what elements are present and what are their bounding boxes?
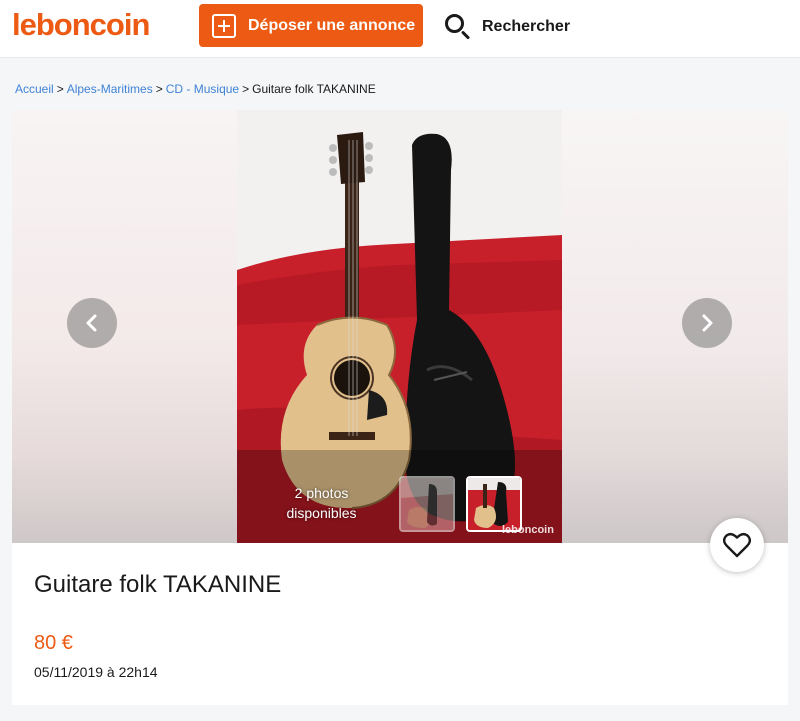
ad-title: Guitare folk TAKANINE xyxy=(34,571,282,598)
leboncoin-logo[interactable]: leboncoin xyxy=(12,7,150,43)
ad-date: 05/11/2019 à 22h14 xyxy=(34,664,158,680)
breadcrumb: Accueil > Alpes-Maritimes > CD - Musique > Gui… xyxy=(15,82,376,96)
search-button[interactable]: Rechercher xyxy=(444,12,570,42)
search-icon xyxy=(444,13,472,41)
breadcrumb-link-home[interactable]: Accueil xyxy=(15,82,54,96)
heart-icon xyxy=(723,532,751,558)
photo-thumbnail[interactable] xyxy=(399,476,455,532)
plus-square-icon xyxy=(212,13,236,38)
watermark: leboncoin xyxy=(502,524,554,536)
photo-gallery: 2 photos disponibles leboncoin xyxy=(12,110,788,543)
deposit-ad-label: Déposer une annonce xyxy=(248,16,416,34)
thumbnail-image xyxy=(468,478,520,530)
breadcrumb-link-category[interactable]: CD - Musique xyxy=(166,82,239,96)
thumbnail-image xyxy=(401,478,453,530)
header: leboncoin Déposer une annonce Rechercher xyxy=(0,0,800,58)
search-label: Rechercher xyxy=(482,18,571,35)
breadcrumb-link-region[interactable]: Alpes-Maritimes xyxy=(67,82,153,96)
previous-photo-button[interactable] xyxy=(67,298,117,348)
next-photo-button[interactable] xyxy=(682,298,732,348)
gallery-blurred-background-right xyxy=(562,110,788,543)
gallery-blurred-background-left xyxy=(12,110,237,543)
photos-count[interactable]: 2 photos disponibles xyxy=(274,483,369,523)
breadcrumb-current: Guitare folk TAKANINE xyxy=(252,82,376,96)
breadcrumb-separator: > xyxy=(56,82,64,96)
ad-price: 80 € xyxy=(34,632,73,654)
chevron-right-icon xyxy=(702,314,713,332)
deposit-ad-button[interactable]: Déposer une annonce xyxy=(199,4,423,47)
breadcrumb-separator: > xyxy=(155,82,163,96)
breadcrumb-separator: > xyxy=(242,82,250,96)
ad-details-card xyxy=(12,543,788,705)
favorite-button[interactable] xyxy=(710,518,764,572)
chevron-left-icon xyxy=(86,314,97,332)
